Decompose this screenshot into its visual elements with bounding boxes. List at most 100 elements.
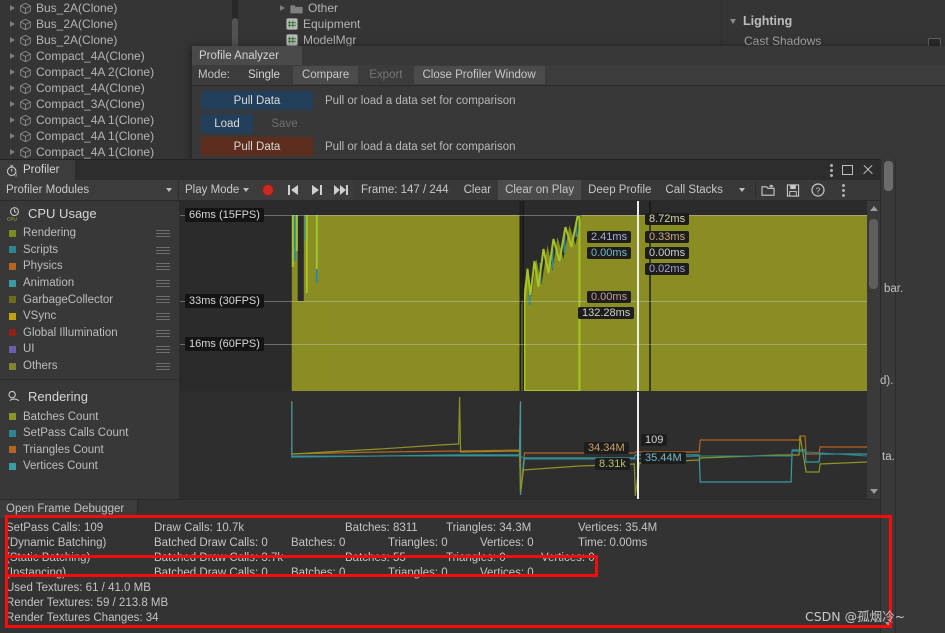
- clear-on-play-button[interactable]: Clear on Play: [498, 180, 582, 200]
- drag-handle-icon[interactable]: [156, 296, 170, 304]
- pull-data-button-bottom[interactable]: Pull Data: [201, 137, 313, 156]
- module-header-rendering[interactable]: Rendering: [0, 384, 179, 408]
- drag-handle-icon[interactable]: [156, 230, 170, 237]
- stat-inst-batches: Batches: 0: [291, 567, 346, 579]
- color-swatch: [9, 329, 16, 337]
- stat-vertices: Vertices: 35.4M: [578, 522, 658, 534]
- profile-analyzer-tab[interactable]: Profile Analyzer: [192, 46, 302, 65]
- tab-profiler[interactable]: Q Profiler: [0, 160, 75, 180]
- drag-handle-icon[interactable]: [156, 362, 170, 370]
- chart-vertical-scrollbar[interactable]: [867, 201, 880, 499]
- open-frame-debugger-button[interactable]: Open Frame Debugger: [0, 500, 138, 518]
- load-button[interactable]: Load: [201, 114, 253, 133]
- module-item-label: Vertices Count: [23, 460, 98, 473]
- deep-profile-button[interactable]: Deep Profile: [581, 180, 658, 200]
- cpu-value-033ms: 0.33ms: [645, 231, 690, 243]
- comparison-note-bottom: Pull or load a data set for comparison: [325, 141, 516, 153]
- cpu-usage-chart[interactable]: 66ms (15FPS) 33ms (30FPS) 16ms (60FPS) 2…: [180, 201, 867, 392]
- compare-button[interactable]: Compare: [292, 66, 359, 84]
- drag-handle-icon[interactable]: [156, 246, 170, 254]
- drag-handle-icon[interactable]: [156, 329, 170, 337]
- save-disk-icon: [787, 183, 800, 197]
- color-swatch: [9, 262, 16, 270]
- scroll-up-arrow-icon[interactable]: [869, 206, 878, 211]
- cpu-value-000ms-a: 0.00ms: [587, 247, 632, 259]
- close-icon[interactable]: [862, 164, 874, 176]
- module-legend-column[interactable]: CPU CPU Usage Rendering Scripts Physics: [0, 201, 180, 499]
- profile-analyzer-window[interactable]: Profile Analyzer Mode: Single Compare Ex…: [192, 46, 945, 159]
- open-folder-icon: [761, 184, 775, 196]
- module-item-rendering[interactable]: Rendering: [0, 225, 179, 242]
- module-item-vertices-count[interactable]: Vertices Count: [0, 458, 179, 475]
- play-mode-dropdown[interactable]: Play Mode: [179, 180, 255, 200]
- pull-data-button-top[interactable]: Pull Data: [201, 91, 313, 110]
- side-note-d: d).: [880, 375, 894, 387]
- comparison-note-top: Pull or load a data set for comparison: [325, 95, 516, 107]
- frame-cursor-rendering[interactable]: [637, 392, 639, 499]
- mode-value-single[interactable]: Single: [236, 65, 292, 85]
- module-header-cpu[interactable]: CPU CPU Usage: [0, 201, 179, 225]
- stats-row: (Static Batching) Batched Draw Calls: 3.…: [6, 552, 880, 567]
- module-item-label: Triangles Count: [23, 443, 104, 456]
- stat-inst-vertices: Vertices: 0: [480, 567, 534, 579]
- save-profile-button[interactable]: [781, 180, 806, 200]
- skip-forward-icon: [312, 185, 322, 195]
- maximize-icon[interactable]: [842, 165, 853, 175]
- help-button[interactable]: ?: [806, 180, 831, 200]
- profile-analyzer-toolbar[interactable]: Mode: Single Compare Export Close Profil…: [192, 65, 945, 86]
- color-swatch: [9, 429, 16, 437]
- profiler-modules-dropdown[interactable]: Profiler Modules: [0, 180, 178, 200]
- rendering-chart[interactable]: 34.34M 8.31k 109 35.44M: [180, 392, 868, 499]
- stat-static-batching-label: (Static Batching): [6, 552, 91, 564]
- module-item-batches-count[interactable]: Batches Count: [0, 408, 179, 425]
- drag-handle-icon[interactable]: [156, 279, 170, 287]
- call-stacks-dropdown[interactable]: [730, 180, 755, 200]
- next-frame-button[interactable]: [305, 180, 329, 200]
- cpu-value-000ms-c: 0.00ms: [587, 291, 632, 303]
- module-item-others[interactable]: Others: [0, 358, 179, 375]
- last-frame-button[interactable]: [329, 180, 353, 200]
- profiler-window[interactable]: Q Profiler Profiler Modules Play Mode Fr…: [0, 159, 880, 633]
- stat-dyn-triangles: Triangles: 0: [388, 537, 448, 549]
- window-menu-icon[interactable]: [830, 163, 833, 177]
- close-profiler-window-button[interactable]: Close Profiler Window: [413, 66, 545, 84]
- drag-handle-icon[interactable]: [156, 346, 170, 354]
- chevron-down-icon: [166, 188, 172, 192]
- right-scrollbar[interactable]: [882, 159, 894, 633]
- module-item-scripts[interactable]: Scripts: [0, 242, 179, 259]
- divider: [895, 159, 896, 633]
- window-controls[interactable]: [830, 160, 874, 180]
- module-item-vsync[interactable]: VSync: [0, 308, 179, 325]
- profiler-tabbar[interactable]: Q Profiler: [0, 160, 880, 180]
- first-frame-button[interactable]: [281, 180, 305, 200]
- fps-label-60: 16ms (60FPS): [185, 337, 264, 351]
- load-profile-button[interactable]: [756, 180, 781, 200]
- module-item-animation[interactable]: Animation: [0, 275, 179, 292]
- module-item-physics[interactable]: Physics: [0, 258, 179, 275]
- scrollbar-thumb[interactable]: [869, 219, 878, 289]
- module-item-global-illumination[interactable]: Global Illumination: [0, 325, 179, 342]
- call-stacks-button[interactable]: Call Stacks: [658, 180, 730, 200]
- graph-area[interactable]: 66ms (15FPS) 33ms (30FPS) 16ms (60FPS) 2…: [180, 201, 880, 499]
- module-item-garbagecollector[interactable]: GarbageCollector: [0, 291, 179, 308]
- module-item-ui[interactable]: UI: [0, 341, 179, 358]
- stat-render-textures: Render Textures: 59 / 213.8 MB: [6, 597, 169, 609]
- scroll-down-arrow-icon[interactable]: [869, 489, 878, 494]
- drag-handle-icon[interactable]: [156, 263, 170, 271]
- profiler-modules-label: Profiler Modules: [6, 184, 90, 196]
- clear-button[interactable]: Clear: [457, 180, 498, 200]
- profiler-toolbar[interactable]: Profiler Modules Play Mode Frame: 147 / …: [0, 180, 880, 201]
- stopwatch-icon: Q: [6, 164, 17, 177]
- stats-row: (Dynamic Batching) Batched Draw Calls: 0…: [6, 537, 880, 552]
- profiler-options-menu[interactable]: [831, 180, 856, 200]
- kebab-menu-icon: [841, 183, 845, 197]
- record-button[interactable]: [255, 180, 281, 200]
- drag-handle-icon[interactable]: [156, 312, 170, 320]
- rendering-icon: [8, 390, 20, 402]
- module-item-setpass-calls-count[interactable]: SetPass Calls Count: [0, 425, 179, 442]
- frame-cursor-cpu[interactable]: [637, 201, 639, 391]
- scrollbar-thumb[interactable]: [884, 161, 893, 191]
- module-item-label: SetPass Calls Count: [23, 427, 129, 440]
- gridline-66ms: [180, 215, 867, 216]
- module-item-triangles-count[interactable]: Triangles Count: [0, 442, 179, 459]
